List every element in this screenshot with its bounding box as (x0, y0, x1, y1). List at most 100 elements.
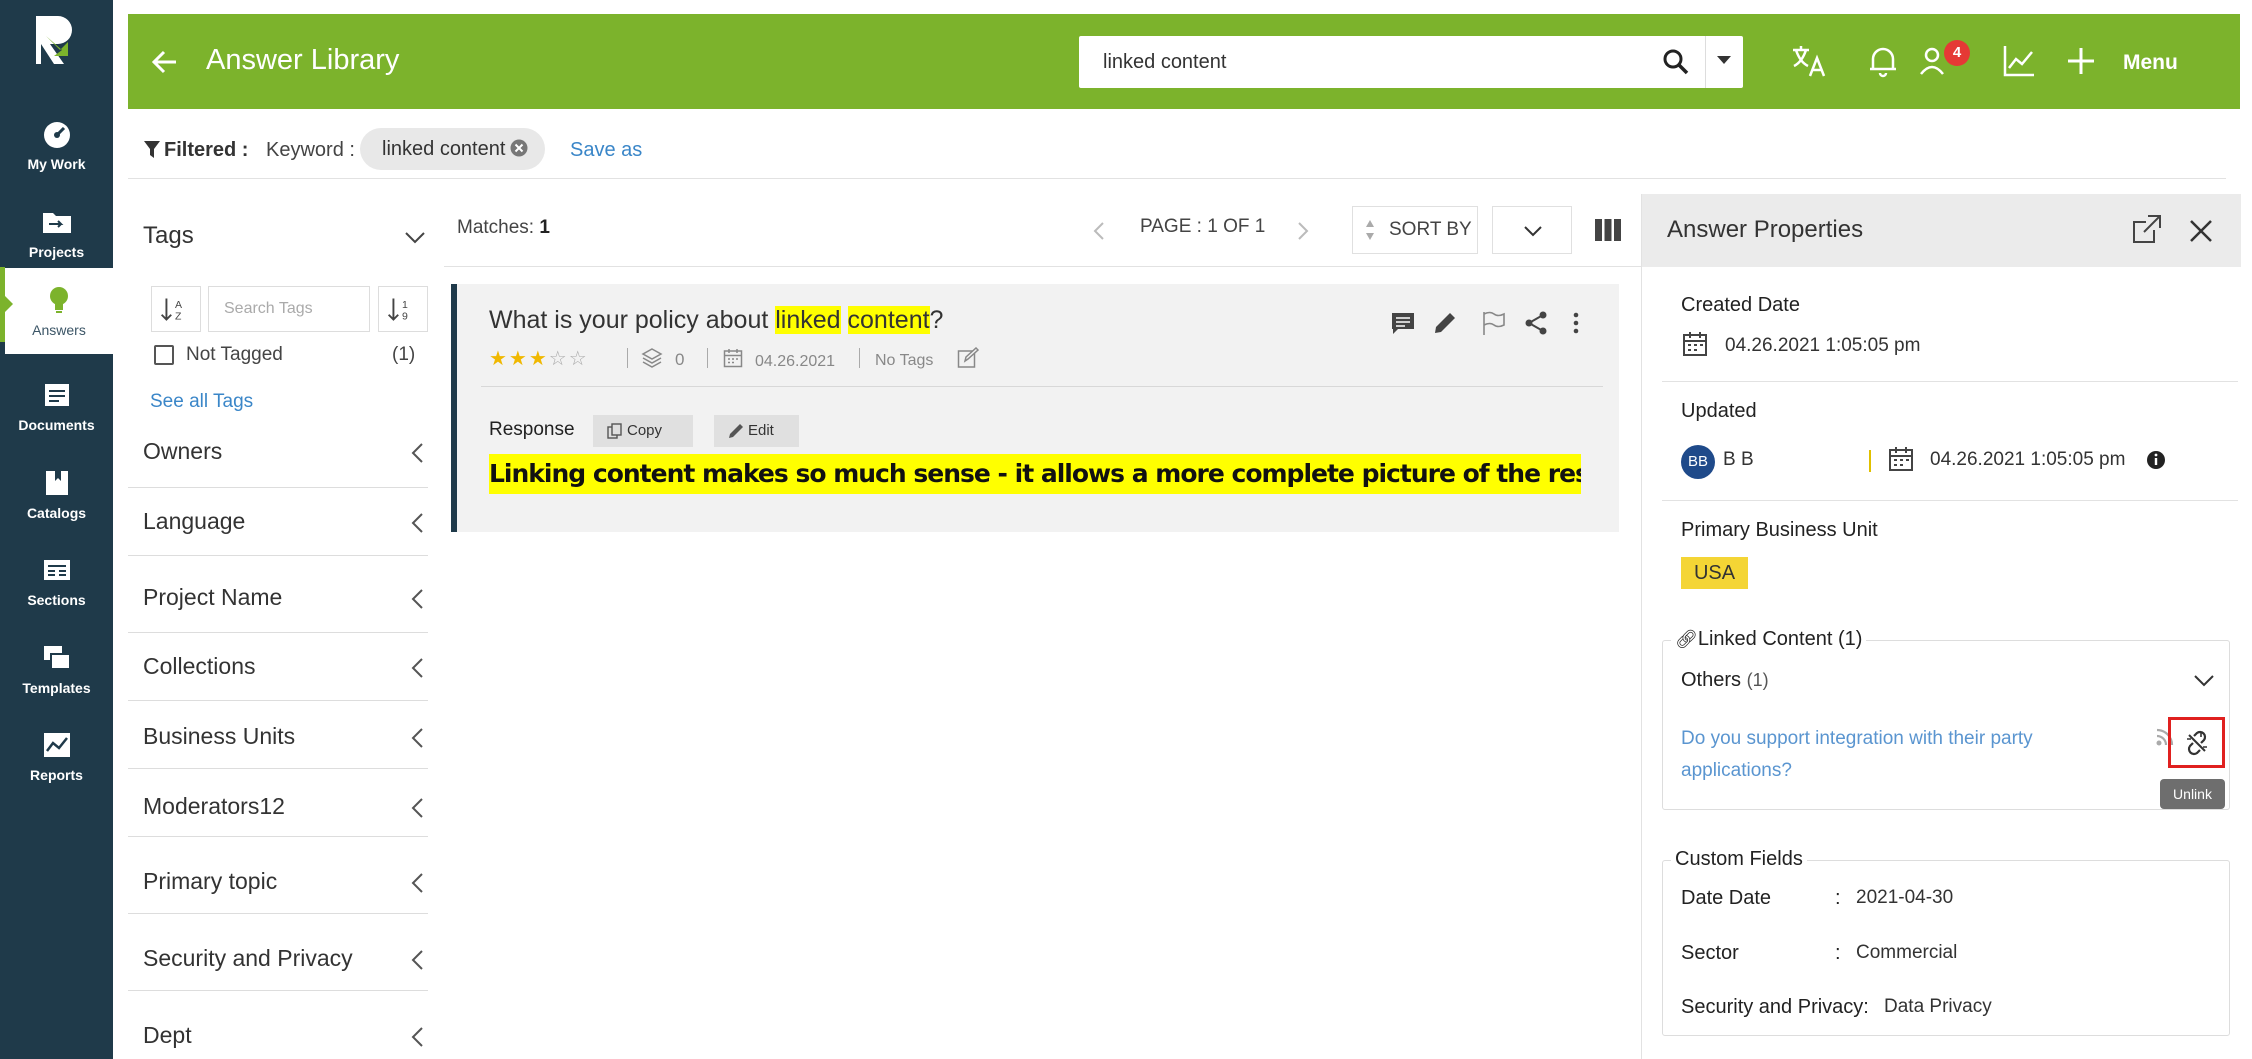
nav-projects[interactable]: Projects (0, 190, 113, 276)
facet-label: Owners (143, 438, 223, 464)
facet-label: Language (143, 508, 246, 534)
custom-field-label: Sector (1681, 942, 1739, 964)
page-title: Answer Library (206, 44, 400, 76)
flag-icon[interactable] (1481, 310, 1507, 336)
answer-date: 04.26.2021 (755, 353, 836, 370)
open-external-icon[interactable] (2130, 212, 2164, 246)
info-icon[interactable] (2146, 450, 2166, 470)
custom-field-value: Data Privacy (1884, 996, 1992, 1017)
custom-field-sep: : (1835, 887, 1841, 909)
add-icon[interactable] (2062, 42, 2100, 80)
close-icon[interactable] (2188, 218, 2214, 244)
nav-label: Templates (22, 680, 91, 696)
filter-bar: Filtered : Keyword : linked content Save… (128, 125, 2226, 179)
facet-project-name[interactable]: Project Name (128, 556, 428, 633)
search-options-dropdown-icon[interactable] (1717, 56, 1731, 64)
svg-text:1: 1 (402, 299, 408, 311)
see-all-tags-link[interactable]: See all Tags (150, 391, 253, 413)
facet-moderators12[interactable]: Moderators12 (128, 769, 428, 837)
sort-19-button[interactable]: 19 (378, 286, 428, 332)
more-options-icon[interactable] (1563, 310, 1589, 336)
bell-icon[interactable] (1864, 42, 1902, 80)
facet-dept[interactable]: Dept (128, 991, 428, 1059)
lightbulb-icon (50, 287, 68, 313)
prev-page-icon[interactable] (1092, 221, 1106, 241)
nav-answers[interactable]: Answers (5, 268, 113, 354)
nav-label: My Work (27, 156, 86, 172)
nav-reports[interactable]: Reports (0, 713, 113, 799)
meta-separator (627, 348, 628, 368)
sort-az-button[interactable]: AZ (151, 286, 201, 332)
column-view-icon[interactable] (1595, 219, 1621, 241)
facet-label: Dept (143, 1022, 192, 1048)
edit-icon[interactable] (1432, 310, 1458, 336)
facet-collections[interactable]: Collections (128, 633, 428, 701)
chevron-down-icon[interactable] (404, 226, 426, 248)
business-unit-label: Primary Business Unit (1681, 519, 1878, 541)
facet-label: Business Units (143, 723, 296, 749)
back-arrow-icon[interactable] (150, 47, 180, 77)
unlink-button[interactable] (2168, 717, 2225, 768)
comment-icon[interactable] (1390, 310, 1416, 336)
nav-label: Projects (28, 244, 85, 260)
nav-label: Reports (30, 767, 83, 783)
filtered-label: Filtered : (164, 139, 249, 161)
matches-count: Matches: 1 (457, 217, 550, 238)
results-toolbar: Matches: 1 PAGE : 1 OF 1 SORT BY (444, 195, 1644, 267)
answer-properties-panel: Answer Properties Created Date 04.26.202… (1641, 194, 2241, 1059)
remove-filter-icon[interactable] (510, 139, 528, 157)
facet-primary-topic[interactable]: Primary topic (128, 837, 428, 914)
properties-header: Answer Properties (1642, 194, 2241, 267)
analytics-icon[interactable] (2000, 42, 2038, 80)
calendar-icon (1889, 447, 1913, 471)
pencil-icon (729, 424, 743, 438)
share-icon[interactable] (1523, 310, 1549, 336)
facet-label: Security and Privacy (143, 945, 353, 971)
nav-catalogs[interactable]: Catalogs (0, 451, 113, 537)
response-text: Linking content makes so much sense - it… (489, 454, 1581, 494)
tags-header[interactable]: Tags (143, 222, 194, 250)
nav-documents[interactable]: Documents (0, 363, 113, 449)
left-nav: My Work Projects Answers Documents Catal… (0, 0, 113, 1059)
not-tagged-label: Not Tagged (186, 344, 283, 365)
linked-question-link[interactable]: Do you support integration with their pa… (1681, 723, 2033, 787)
save-as-link[interactable]: Save as (570, 139, 642, 162)
updated-label: Updated (1681, 400, 1757, 422)
tag-search-input[interactable]: Search Tags (208, 286, 370, 332)
star-rating[interactable]: ★★★☆☆ (489, 346, 589, 371)
search-input[interactable] (1079, 36, 1649, 88)
logo[interactable] (30, 12, 80, 68)
question-title[interactable]: What is your policy about linked content… (489, 306, 943, 335)
facet-business-units[interactable]: Business Units (128, 701, 428, 769)
copy-button[interactable]: Copy (593, 415, 693, 447)
edit-tags-icon[interactable] (957, 347, 979, 369)
menu-button[interactable]: Menu (2123, 51, 2178, 75)
search-icon[interactable] (1662, 48, 1690, 76)
nav-sections[interactable]: Sections (0, 538, 113, 624)
facet-security-and-privacy[interactable]: Security and Privacy (128, 914, 428, 991)
nav-templates[interactable]: Templates (0, 626, 113, 712)
nav-label: Answers (32, 322, 86, 338)
svg-text:9: 9 (402, 311, 408, 323)
answer-card[interactable]: What is your policy about linked content… (451, 284, 1619, 532)
meta-separator (859, 348, 860, 368)
created-date-label: Created Date (1681, 294, 1800, 316)
nav-my-work[interactable]: My Work (0, 102, 113, 188)
chevron-left-icon (411, 950, 423, 970)
nav-active-caret (5, 296, 13, 312)
custom-field-label: Security and Privacy: (1681, 996, 1869, 1018)
not-tagged-count: (1) (392, 344, 416, 365)
avatar: BB (1681, 445, 1715, 479)
translate-icon[interactable] (1790, 42, 1828, 80)
svg-text:Z: Z (175, 311, 182, 323)
others-label[interactable]: Others (1) (1681, 669, 1769, 692)
linked-content-title: 🔗︎Linked Content (1) (1671, 628, 1867, 651)
meta-separator (1869, 450, 1871, 472)
chevron-down-icon[interactable] (2193, 674, 2215, 688)
facet-owners[interactable]: Owners (128, 420, 428, 488)
sort-arrows-icon (1366, 220, 1374, 240)
not-tagged-checkbox[interactable] (154, 345, 174, 365)
facet-language[interactable]: Language (128, 488, 428, 556)
edit-response-button[interactable]: Edit (714, 415, 799, 447)
next-page-icon[interactable] (1296, 221, 1310, 241)
